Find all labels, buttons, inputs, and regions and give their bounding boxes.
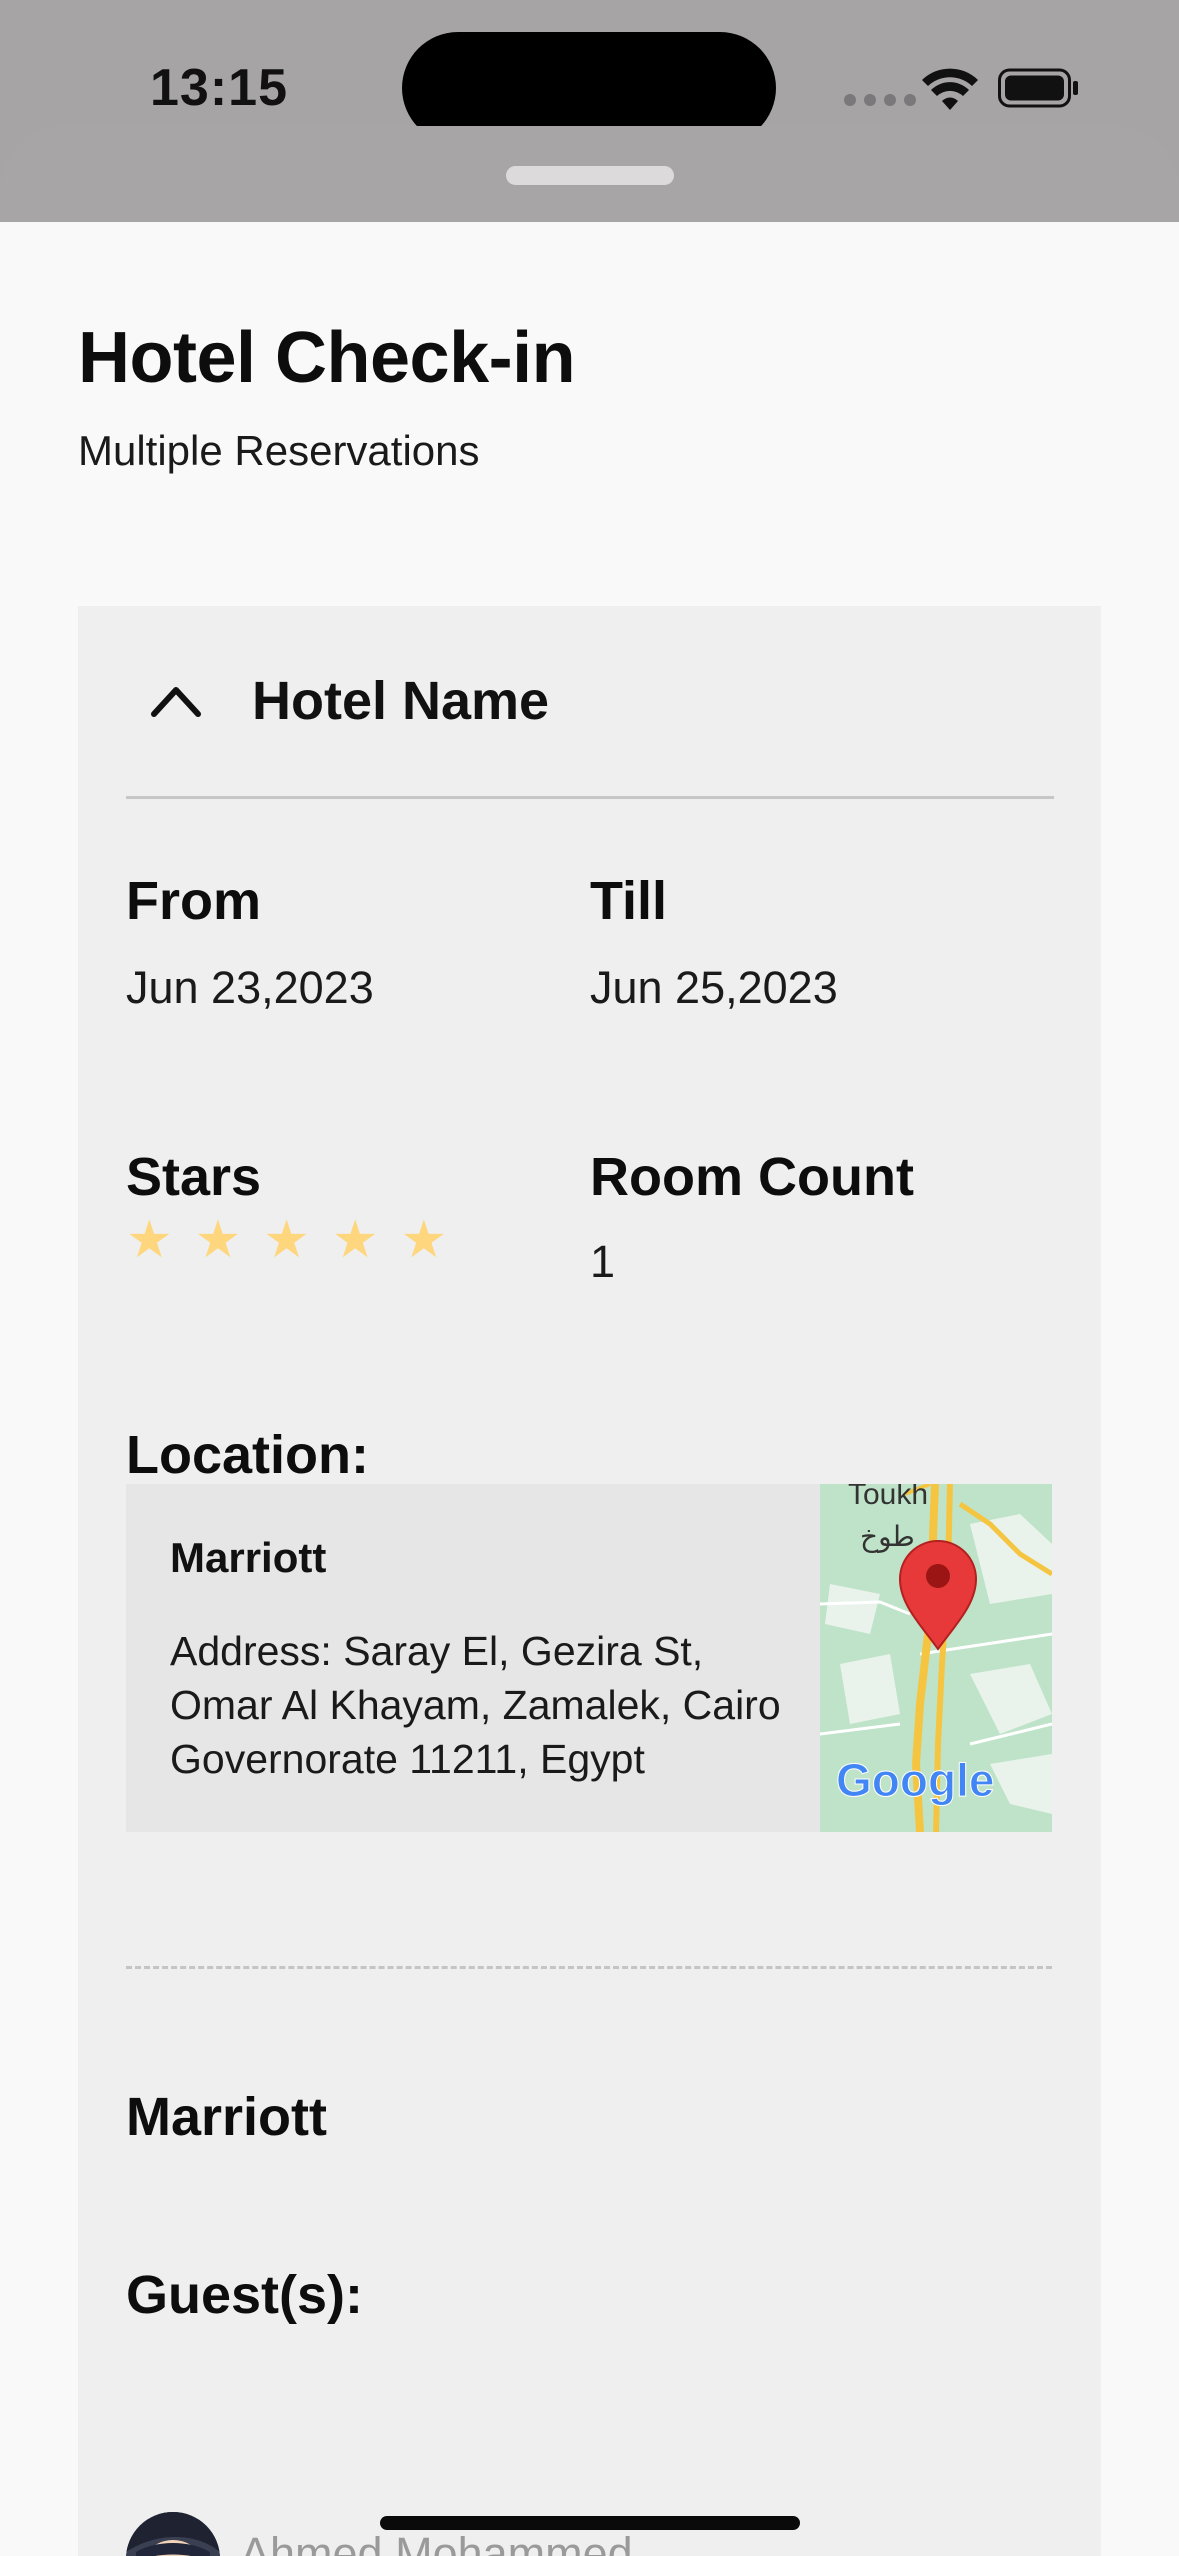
chevron-up-icon[interactable] [146, 678, 206, 722]
location-label: Location: [126, 1425, 369, 1485]
page-title: Hotel Check-in [78, 318, 576, 398]
page-subtitle: Multiple Reservations [78, 427, 480, 474]
star-icon: ★ [331, 1211, 379, 1269]
star-icon: ★ [400, 1211, 448, 1269]
till-date: Jun 25,2023 [590, 962, 838, 1013]
till-label: Till [590, 871, 668, 931]
reservation-card-header[interactable]: Hotel Name [78, 606, 1101, 796]
sheet-grabber[interactable] [506, 166, 674, 185]
room-count-value: 1 [590, 1236, 616, 1287]
wifi-icon [922, 68, 978, 110]
card-header-title: Hotel Name [252, 671, 550, 731]
status-bar: 13:15 [0, 0, 1179, 144]
header-divider [126, 796, 1054, 799]
home-indicator[interactable] [380, 2516, 800, 2530]
battery-icon [998, 68, 1078, 108]
star-icon: ★ [263, 1211, 310, 1269]
stars-label: Stars [126, 1147, 262, 1207]
checkin-sheet: Hotel Check-in Multiple Reservations Hot… [0, 222, 1179, 2556]
location-card[interactable]: Marriott Address: Saray El, Gezira St, O… [126, 1484, 1052, 1832]
map-place-label: Toukh [848, 1484, 928, 1511]
from-date: Jun 23,2023 [126, 962, 374, 1013]
room-count-label: Room Count [590, 1147, 914, 1207]
star-icon: ★ [126, 1211, 173, 1269]
guest-name: Ahmed Mohammed [240, 2528, 633, 2556]
map-thumbnail[interactable]: Toukh طوخ Google [820, 1484, 1052, 1832]
map-place-label-arabic: طوخ [860, 1520, 915, 1553]
hotel-name: Marriott [126, 2087, 327, 2147]
reservation-card: Hotel Name From Jun 23,2023 Till Jun 25,… [78, 606, 1101, 2556]
star-rating: ★ ★ ★ ★ ★ [126, 1214, 447, 1266]
guest-avatar [126, 2512, 220, 2556]
section-divider [126, 1966, 1052, 1969]
location-hotel-name: Marriott [170, 1534, 327, 1581]
cellular-dots-icon [844, 94, 916, 106]
google-logo: Google [836, 1754, 994, 1806]
from-label: From [126, 871, 261, 931]
status-time: 13:15 [150, 59, 288, 117]
location-address: Address: Saray El, Gezira St, Omar Al Kh… [170, 1628, 781, 1782]
star-icon: ★ [194, 1211, 242, 1269]
guests-label: Guest(s): [126, 2265, 364, 2325]
